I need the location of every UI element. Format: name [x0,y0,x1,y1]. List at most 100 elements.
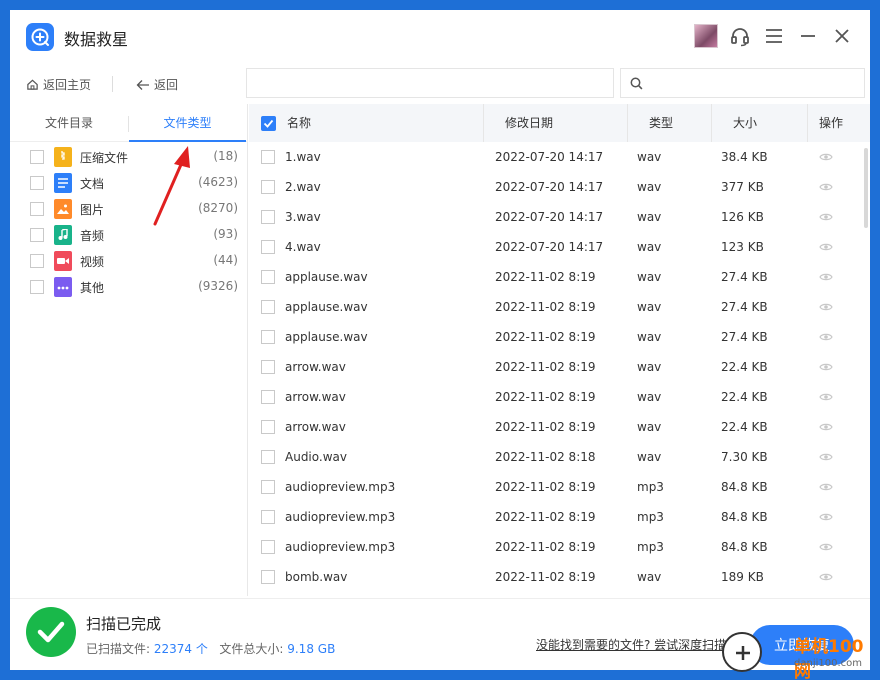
table-body: 1.wav 2022-07-20 14:17 wav 38.4 KB 2.wav 2022… [249,142,870,596]
file-date: 2022-11-02 8:19 [495,300,596,314]
row-checkbox[interactable] [261,270,275,284]
file-date: 2022-11-02 8:19 [495,420,596,434]
category-count: (18) [213,149,238,163]
row-checkbox[interactable] [261,210,275,224]
table-row[interactable]: 2.wav 2022-07-20 14:17 wav 377 KB [249,172,870,202]
preview-eye-icon[interactable] [819,362,833,372]
preview-eye-icon[interactable] [819,272,833,282]
file-type: mp3 [637,540,664,554]
preview-eye-icon[interactable] [819,332,833,342]
table-row[interactable]: audiopreview.mp3 2022-11-02 8:19 mp3 84.8 K… [249,532,870,562]
row-checkbox[interactable] [261,240,275,254]
preview-eye-icon[interactable] [819,422,833,432]
table-row[interactable]: bomb.wav 2022-11-02 8:19 wav 189 KB [249,562,870,592]
table-row[interactable]: 3.wav 2022-07-20 14:17 wav 126 KB [249,202,870,232]
scanned-label: 已扫描文件: [86,642,151,656]
sidebar: 文件目录 文件类型 压缩文件 (18) 文档 (4623) 图片 (8270) … [10,104,248,596]
category-count: (44) [213,253,238,267]
row-checkbox[interactable] [261,300,275,314]
file-name: arrow.wav [285,390,346,404]
search-field[interactable] [620,68,865,98]
deep-scan-link[interactable]: 没能找到需要的文件? 尝试深度扫描 [536,636,726,653]
file-type: wav [637,270,662,284]
row-checkbox[interactable] [261,450,275,464]
column-header-date[interactable]: 修改日期 [505,104,553,142]
category-image[interactable]: 图片 (8270) [10,196,248,222]
file-size: 27.4 KB [721,300,768,314]
category-audio[interactable]: 音频 (93) [10,222,248,248]
category-checkbox[interactable] [30,228,44,242]
preview-eye-icon[interactable] [819,182,833,192]
column-header-name[interactable]: 名称 [287,104,311,142]
preview-eye-icon[interactable] [819,482,833,492]
file-type: mp3 [637,510,664,524]
table-row[interactable]: applause.wav 2022-11-02 8:19 wav 27.4 KB [249,292,870,322]
preview-eye-icon[interactable] [819,302,833,312]
category-video[interactable]: 视频 (44) [10,248,248,274]
file-size: 123 KB [721,240,764,254]
preview-eye-icon[interactable] [819,212,833,222]
category-other[interactable]: 其他 (9326) [10,274,248,300]
path-input[interactable] [246,68,614,98]
image-icon [54,199,72,219]
preview-eye-icon[interactable] [819,392,833,402]
back-button[interactable]: 返回 [136,76,178,93]
column-divider [627,104,628,142]
category-checkbox[interactable] [30,176,44,190]
menu-icon[interactable] [762,24,786,48]
preview-eye-icon[interactable] [819,242,833,252]
row-checkbox[interactable] [261,480,275,494]
table-row[interactable]: arrow.wav 2022-11-02 8:19 wav 22.4 KB [249,382,870,412]
preview-eye-icon[interactable] [819,512,833,522]
preview-eye-icon[interactable] [819,542,833,552]
file-name: applause.wav [285,300,368,314]
row-checkbox[interactable] [261,540,275,554]
headset-icon[interactable] [728,24,752,48]
table-row[interactable]: audiopreview.mp3 2022-11-02 8:19 mp3 84.8 K… [249,502,870,532]
select-all-checkbox[interactable] [261,116,276,131]
home-button[interactable]: 返回主页 [26,76,91,93]
row-checkbox[interactable] [261,420,275,434]
row-checkbox[interactable] [261,150,275,164]
file-date: 2022-11-02 8:19 [495,330,596,344]
row-checkbox[interactable] [261,510,275,524]
row-checkbox[interactable] [261,390,275,404]
table-row[interactable]: applause.wav 2022-11-02 8:19 wav 27.4 KB [249,322,870,352]
scanned-count: 22374 个 [153,642,208,656]
category-checkbox[interactable] [30,150,44,164]
table-row[interactable]: arrow.wav 2022-11-02 8:19 wav 22.4 KB [249,412,870,442]
column-header-type[interactable]: 类型 [649,104,673,142]
file-size: 189 KB [721,570,764,584]
search-input[interactable] [649,72,859,94]
column-header-size[interactable]: 大小 [733,104,757,142]
table-row[interactable]: Audio.wav 2022-11-02 8:18 wav 7.30 KB [249,442,870,472]
row-checkbox[interactable] [261,360,275,374]
table-row[interactable]: applause.wav 2022-11-02 8:19 wav 27.4 KB [249,262,870,292]
category-checkbox[interactable] [30,280,44,294]
close-icon[interactable] [830,24,854,48]
category-count: (93) [213,227,238,241]
category-checkbox[interactable] [30,254,44,268]
preview-eye-icon[interactable] [819,452,833,462]
table-row[interactable]: arrow.wav 2022-11-02 8:19 wav 22.4 KB [249,352,870,382]
row-checkbox[interactable] [261,330,275,344]
table-row[interactable]: 4.wav 2022-07-20 14:17 wav 123 KB [249,232,870,262]
category-document[interactable]: 文档 (4623) [10,170,248,196]
preview-eye-icon[interactable] [819,572,833,582]
total-size-value: 9.18 GB [287,642,336,656]
preview-eye-icon[interactable] [819,152,833,162]
app-logo-icon [26,23,54,51]
row-checkbox[interactable] [261,570,275,584]
back-arrow-icon [136,79,149,90]
tab-file-type[interactable]: 文件类型 [129,104,246,142]
minimize-icon[interactable] [796,24,820,48]
table-row[interactable]: 1.wav 2022-07-20 14:17 wav 38.4 KB [249,142,870,172]
category-checkbox[interactable] [30,202,44,216]
table-row[interactable]: audiopreview.mp3 2022-11-02 8:19 mp3 84.8 K… [249,472,870,502]
table-scrollbar[interactable] [864,148,868,228]
category-archive[interactable]: 压缩文件 (18) [10,144,248,170]
user-avatar[interactable] [694,24,718,48]
search-icon [630,77,643,90]
row-checkbox[interactable] [261,180,275,194]
tab-file-directory[interactable]: 文件目录 [10,104,128,142]
